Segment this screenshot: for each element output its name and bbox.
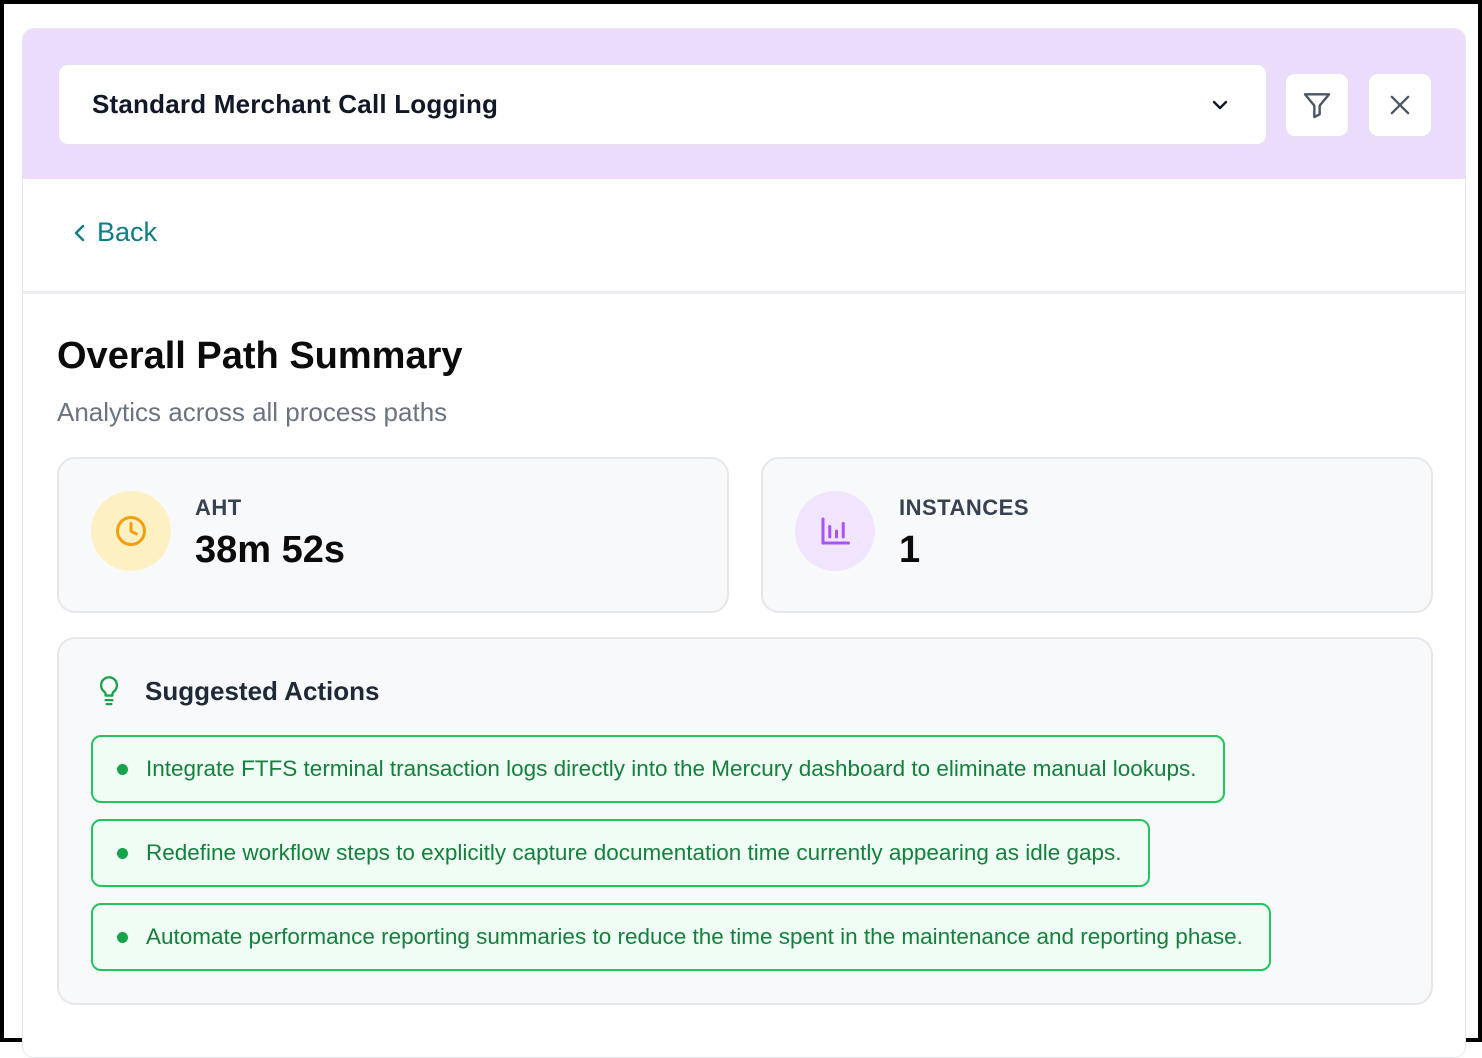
close-icon xyxy=(1390,95,1410,115)
chevron-left-icon xyxy=(74,224,85,241)
stat-icon-wrap xyxy=(91,491,171,571)
window-frame: Standard Merchant Call Logging Back Over… xyxy=(0,0,1482,1058)
process-select-value: Standard Merchant Call Logging xyxy=(92,89,499,119)
chevron-down-icon xyxy=(1212,100,1228,110)
action-text: Integrate FTFS terminal transaction logs… xyxy=(146,756,1197,781)
stat-label: AHT xyxy=(195,495,242,520)
suggested-actions-header: Suggested Actions xyxy=(95,675,380,707)
bullet-dot xyxy=(117,931,128,943)
action-item: Redefine workflow steps to explicitly ca… xyxy=(91,819,1150,887)
stat-label: INSTANCES xyxy=(899,495,1029,520)
suggested-actions-card: Suggested Actions Integrate FTFS termina… xyxy=(57,637,1433,1005)
bullet-dot xyxy=(117,847,128,859)
stat-card-aht: AHT 38m 52s xyxy=(57,457,729,613)
panel-header: Standard Merchant Call Logging xyxy=(23,29,1465,179)
clock-icon xyxy=(116,516,146,546)
action-item: Integrate FTFS terminal transaction logs… xyxy=(91,735,1225,803)
process-panel: Standard Merchant Call Logging Back Over… xyxy=(22,28,1466,1058)
filter-button[interactable] xyxy=(1285,73,1349,137)
back-link[interactable]: Back xyxy=(71,217,157,248)
filter-icon xyxy=(1303,93,1331,119)
lightbulb-icon xyxy=(99,676,119,706)
bullet-dot xyxy=(117,763,128,775)
action-item: Automate performance reporting summaries… xyxy=(91,903,1271,971)
back-label: Back xyxy=(97,217,158,247)
page-subtitle: Analytics across all process paths xyxy=(57,397,448,427)
suggested-actions-title: Suggested Actions xyxy=(145,675,380,706)
bar-chart-icon xyxy=(821,517,850,545)
stat-icon-wrap xyxy=(795,491,875,571)
stat-value: 38m 52s xyxy=(195,529,346,571)
stat-card-instances: INSTANCES 1 xyxy=(761,457,1433,613)
close-button[interactable] xyxy=(1368,73,1432,137)
process-select[interactable]: Standard Merchant Call Logging xyxy=(58,64,1267,145)
back-bar: Back xyxy=(23,179,1465,294)
action-text: Redefine workflow steps to explicitly ca… xyxy=(146,840,1122,865)
stat-value: 1 xyxy=(899,529,921,571)
page-title: Overall Path Summary xyxy=(57,335,463,377)
action-text: Automate performance reporting summaries… xyxy=(146,924,1243,949)
